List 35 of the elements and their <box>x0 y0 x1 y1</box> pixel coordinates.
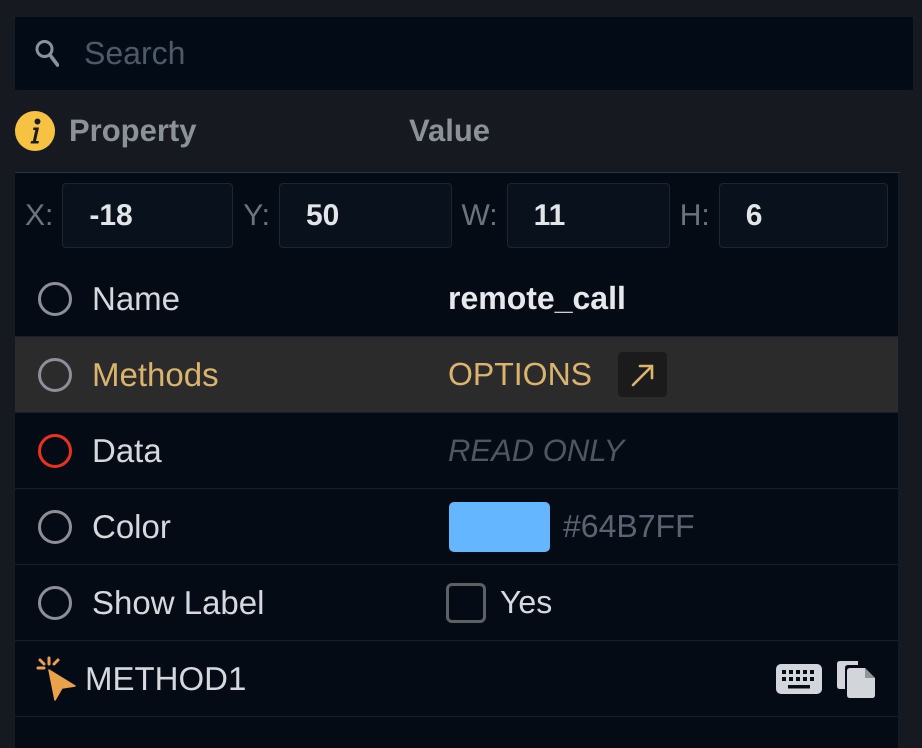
coordinate-label: W: <box>462 198 498 232</box>
coordinate-field[interactable]: -18 <box>62 183 234 248</box>
info-icon <box>15 111 55 151</box>
color-swatch[interactable] <box>449 502 550 552</box>
property-row[interactable]: Data READ ONLY <box>15 413 898 489</box>
property-value: OPTIONS <box>448 356 592 393</box>
coordinate-field[interactable]: 6 <box>718 183 888 248</box>
checkbox[interactable] <box>446 582 486 622</box>
column-header: Property <box>69 113 196 149</box>
property-value: READ ONLY <box>448 432 624 468</box>
property-name: Data <box>92 432 162 470</box>
property-row[interactable]: Color #64B7FF <box>15 489 898 565</box>
coordinate-label: X: <box>25 198 54 232</box>
property-row[interactable]: Methods OPTIONS <box>15 337 898 413</box>
property-name: Methods <box>92 356 219 394</box>
checkbox-label: Yes <box>500 584 552 621</box>
coordinate-field[interactable]: 50 <box>278 183 452 248</box>
keyboard-icon[interactable] <box>776 664 822 694</box>
open-button[interactable] <box>618 352 668 397</box>
column-header: Value <box>409 113 490 149</box>
property-name: Name <box>92 280 180 318</box>
coordinate-label: Y: <box>243 198 270 232</box>
property-row[interactable]: Show Label Yes <box>15 565 898 641</box>
method-label[interactable]: METHOD1 <box>85 660 246 698</box>
property-value: remote_call <box>448 280 626 317</box>
arrow-icon <box>630 362 655 386</box>
coordinate-label: H: <box>680 198 710 232</box>
color-hex-value: #64B7FF <box>563 508 695 545</box>
coordinate-field[interactable]: 11 <box>506 183 670 248</box>
property-name: Color <box>92 508 171 546</box>
search-icon <box>35 39 59 67</box>
property-name: Show Label <box>92 584 264 622</box>
copy-icon[interactable] <box>836 658 876 698</box>
click-icon <box>35 656 77 702</box>
search-field[interactable]: Search <box>15 17 913 90</box>
